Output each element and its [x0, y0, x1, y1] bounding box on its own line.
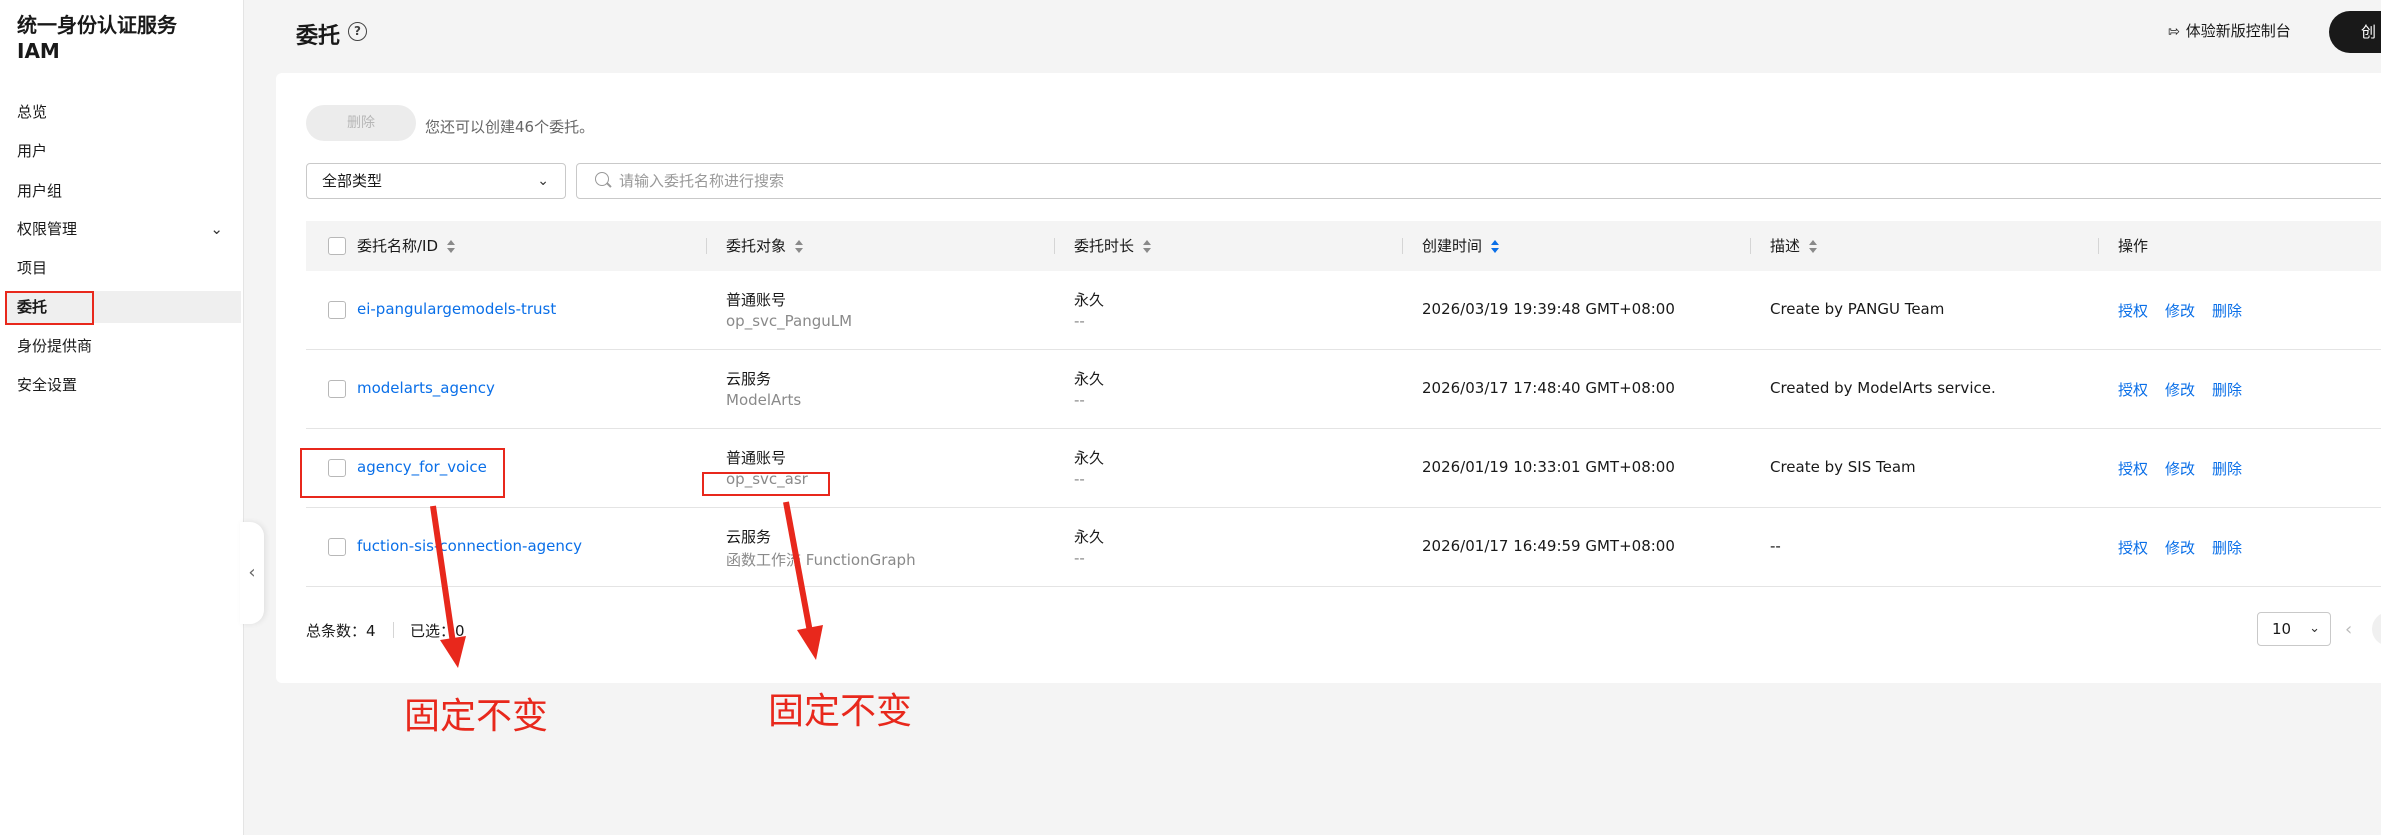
annotation-arrows: [430, 501, 823, 668]
annotation-label-left: 固定不变: [404, 696, 549, 737]
arrow-head-icon: [440, 636, 466, 668]
annotation-arrow-right: [783, 501, 813, 633]
arrow-head-icon: [797, 625, 823, 660]
annotation-label-right: 固定不变: [768, 691, 913, 732]
annotation-arrow-left: [430, 505, 456, 644]
